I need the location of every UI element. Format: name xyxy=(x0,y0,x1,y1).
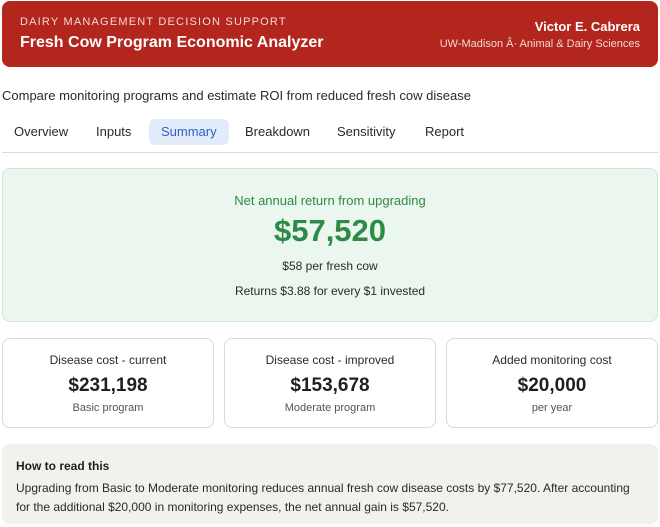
tab-sensitivity[interactable]: Sensitivity xyxy=(325,119,408,145)
card-label: Disease cost - improved xyxy=(265,353,395,367)
how-to-read-body: Upgrading from Basic to Moderate monitor… xyxy=(16,481,630,514)
tab-summary[interactable]: Summary xyxy=(149,119,229,145)
tab-overview[interactable]: Overview xyxy=(2,119,80,145)
card-label: Disease cost - current xyxy=(49,353,167,367)
net-return-panel: Net annual return from upgrading $57,520… xyxy=(2,168,658,322)
net-return-label: Net annual return from upgrading xyxy=(234,193,426,208)
app-header: DAIRY MANAGEMENT DECISION SUPPORT Fresh … xyxy=(2,1,658,67)
per-cow-value: $58 per fresh cow xyxy=(282,259,378,273)
how-to-read-title: How to read this xyxy=(16,459,110,473)
page-subtitle: Compare monitoring programs and estimate… xyxy=(2,88,471,103)
card-disease-cost-current: Disease cost - current $231,198 Basic pr… xyxy=(2,338,214,428)
card-value: $153,678 xyxy=(290,375,370,396)
card-subtext: Basic program xyxy=(72,402,144,414)
roi-text: Returns $3.88 for every $1 invested xyxy=(234,284,426,298)
header-eyebrow: DAIRY MANAGEMENT DECISION SUPPORT xyxy=(20,16,287,28)
app-title: Fresh Cow Program Economic Analyzer xyxy=(20,34,324,51)
card-subtext: per year xyxy=(531,402,573,414)
card-value: $231,198 xyxy=(68,375,148,396)
net-return-value: $57,520 xyxy=(273,213,387,248)
tab-report[interactable]: Report xyxy=(413,119,476,145)
card-subtext: Moderate program xyxy=(284,402,376,414)
card-disease-cost-improved: Disease cost - improved $153,678 Moderat… xyxy=(224,338,436,428)
card-added-monitoring-cost: Added monitoring cost $20,000 per year xyxy=(446,338,658,428)
tab-breakdown[interactable]: Breakdown xyxy=(233,119,322,145)
tab-inputs[interactable]: Inputs xyxy=(84,119,143,145)
card-value: $20,000 xyxy=(517,375,587,396)
author-name: Victor E. Cabrera xyxy=(534,19,640,34)
card-label: Added monitoring cost xyxy=(492,353,612,367)
how-to-read-panel: How to read this Upgrading from Basic to… xyxy=(2,444,658,524)
tab-bar: Overview Inputs Summary Breakdown Sensit… xyxy=(2,118,658,153)
author-affiliation: UW-Madison Â· Animal & Dairy Sciences xyxy=(439,38,640,50)
